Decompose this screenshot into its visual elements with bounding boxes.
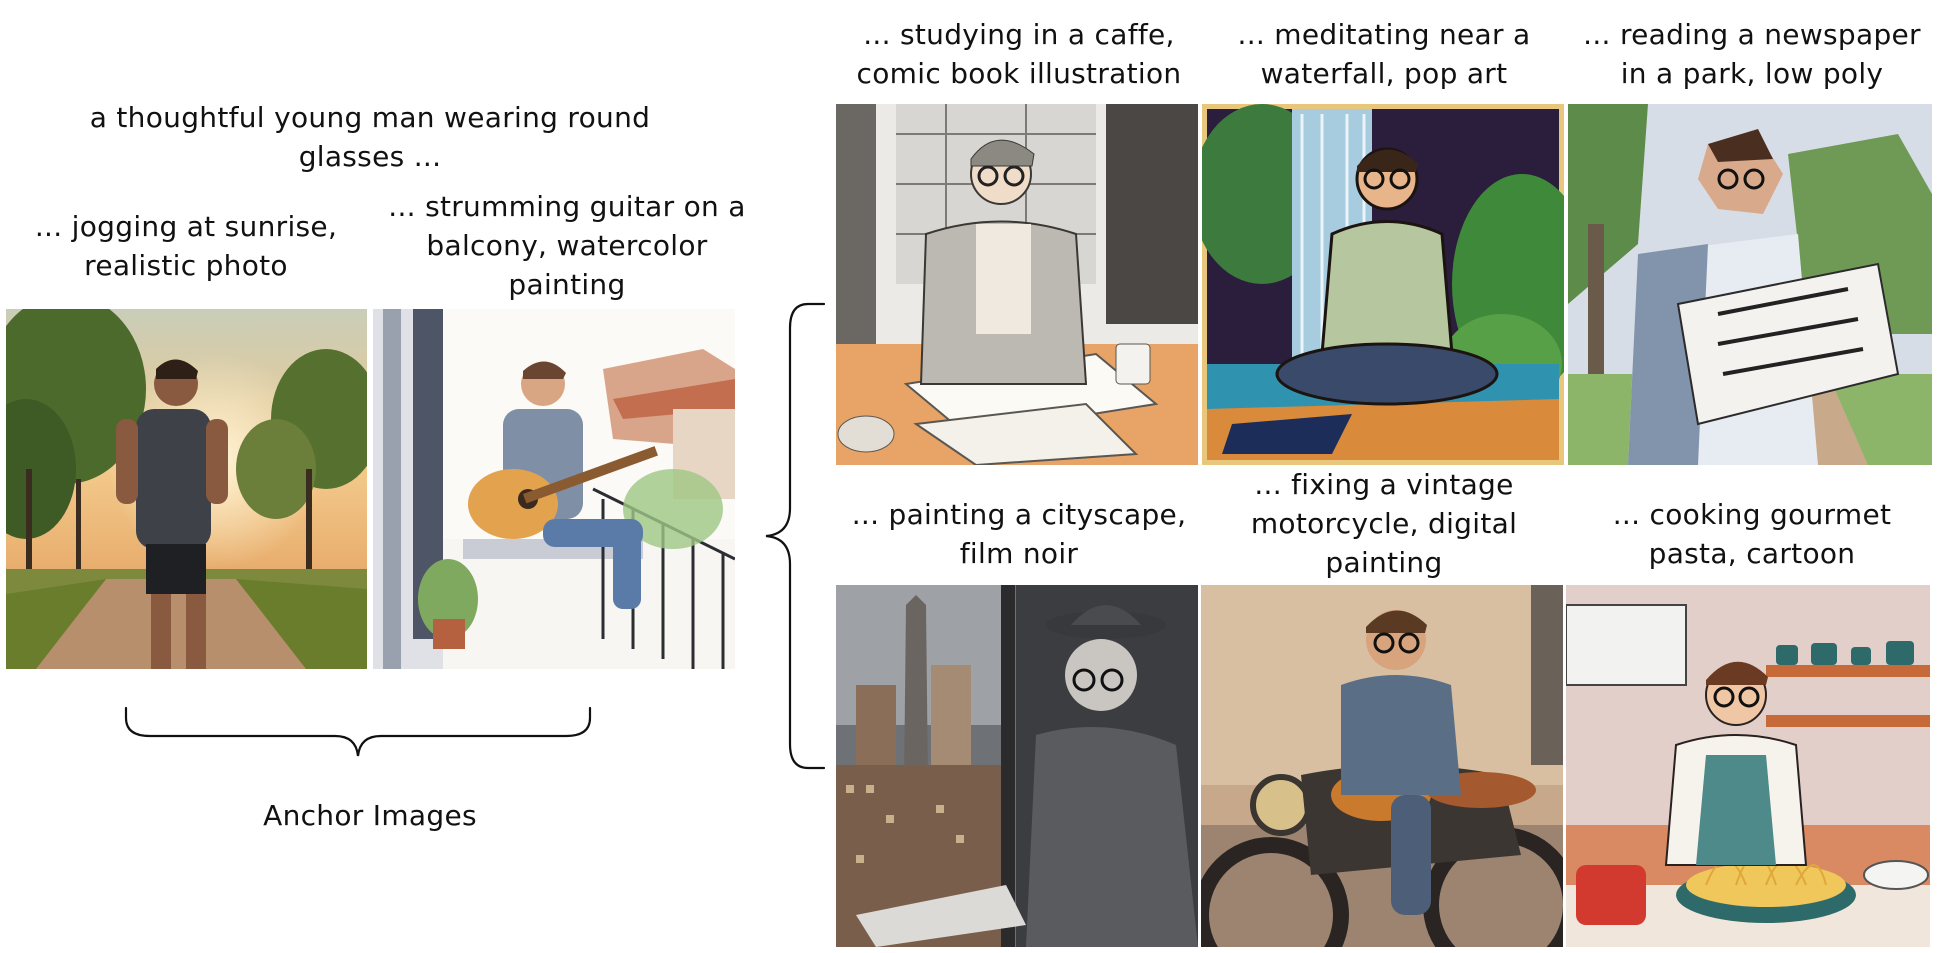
generated-caption-caffe: ... studying in a caffe, comic book illu… (856, 18, 1182, 90)
generated-image-motorcycle (1201, 585, 1563, 947)
generated-caption-pasta: ... cooking gourmet pasta, cartoon (1612, 498, 1892, 570)
generated-image-pasta (1566, 585, 1930, 947)
generated-image-waterfall (1202, 104, 1564, 465)
generated-caption-motorcycle: ... fixing a vintage motorcycle, digital… (1250, 468, 1518, 579)
anchor-brace (124, 706, 592, 757)
generated-image-cityscape (836, 585, 1198, 947)
anchor-caption-guitar: ... strumming guitar on a balcony, water… (388, 190, 746, 301)
anchor-image-guitar (373, 309, 735, 669)
generated-caption-waterfall: ... meditating near a waterfall, pop art (1237, 18, 1531, 90)
generated-caption-newspaper: ... reading a newspaper in a park, low p… (1583, 18, 1921, 90)
base-prompt-caption: a thoughtful young man wearing round gla… (89, 101, 651, 173)
anchor-images-label: Anchor Images (263, 799, 477, 832)
anchor-image-jogging (6, 309, 367, 669)
generated-caption-cityscape: ... painting a cityscape, film noir (851, 498, 1187, 570)
generated-image-caffe (836, 104, 1198, 465)
generated-image-newspaper (1568, 104, 1932, 465)
generated-brace (765, 302, 826, 770)
anchor-caption-jogging: ... jogging at sunrise, realistic photo (34, 210, 338, 282)
